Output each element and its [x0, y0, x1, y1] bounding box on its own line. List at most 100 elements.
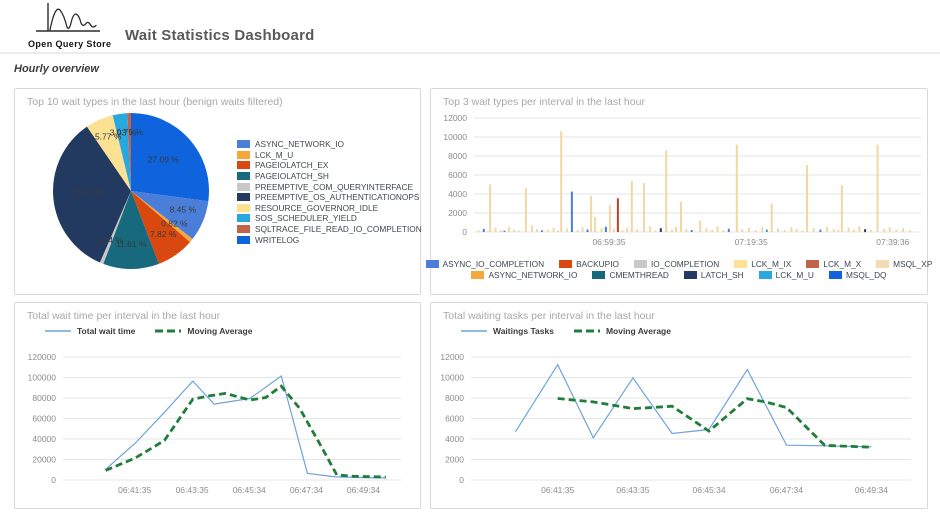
bar[interactable] [489, 184, 492, 233]
bar[interactable] [837, 230, 840, 232]
bar[interactable] [790, 227, 793, 233]
bar[interactable] [690, 230, 693, 232]
bar[interactable] [560, 131, 563, 232]
pie-legend-item-WRITELOG[interactable]: WRITELOG [237, 234, 422, 245]
bar[interactable] [517, 230, 520, 232]
series-line-total-wait-time[interactable] [105, 375, 386, 479]
pie-legend-item-PREEMPTIVE_COM_QUERYINTERFACE[interactable]: PREEMPTIVE_COM_QUERYINTERFACE [237, 181, 422, 192]
bar[interactable] [741, 229, 744, 233]
bar[interactable] [494, 227, 497, 232]
bar[interactable] [869, 230, 872, 232]
bar[interactable] [487, 230, 490, 232]
bar[interactable] [747, 227, 750, 232]
bar-legend-item-BACKUPIO[interactable]: BACKUPIO [559, 259, 619, 269]
line-legend-item-moving-average[interactable]: Moving Average [155, 326, 252, 336]
bar[interactable] [812, 228, 815, 232]
bar[interactable] [642, 183, 645, 232]
line-legend-item-moving-average[interactable]: Moving Average [573, 326, 671, 336]
bar[interactable] [503, 230, 506, 232]
bar[interactable] [621, 230, 624, 232]
bar-legend-item-ASYNC_IO_COMPLETION[interactable]: ASYNC_IO_COMPLETION [425, 259, 544, 269]
bar[interactable] [832, 229, 835, 233]
bar[interactable] [507, 227, 510, 232]
bar[interactable] [777, 228, 779, 232]
bar[interactable] [531, 225, 534, 232]
bar-legend-item-ASYNC_NETWORK_IO[interactable]: ASYNC_NETWORK_IO [471, 270, 577, 280]
bar[interactable] [795, 229, 798, 233]
bar[interactable] [847, 227, 850, 232]
pie-legend-item-SOS_SCHEDULER_YIELD[interactable]: SOS_SCHEDULER_YIELD [237, 213, 422, 224]
bar-legend-item-LCK_M_U[interactable]: LCK_M_U [758, 270, 814, 280]
bar[interactable] [858, 226, 861, 232]
line-legend-item-waitings-tasks[interactable]: Waitings Tasks [461, 326, 554, 336]
pie-legend-item-LCK_M_U[interactable]: LCK_M_U [237, 150, 422, 161]
bar-legend-item-MSQL_XP[interactable]: MSQL_XP [876, 259, 932, 269]
bar[interactable] [513, 229, 516, 233]
bar[interactable] [754, 230, 757, 232]
bar-legend-item-LATCH_SH[interactable]: LATCH_SH [683, 270, 744, 280]
bar[interactable] [840, 185, 843, 232]
bar[interactable] [616, 198, 619, 232]
bar[interactable] [477, 230, 480, 232]
bar[interactable] [770, 203, 773, 233]
pie-legend-item-RESOURCE_GOVERNOR_IDLE[interactable]: RESOURCE_GOVERNOR_IDLE [237, 203, 422, 214]
bar[interactable] [608, 205, 611, 232]
bar[interactable] [604, 226, 607, 232]
series-line-moving-average[interactable] [557, 397, 872, 449]
bar[interactable] [540, 230, 543, 232]
bar[interactable] [826, 226, 829, 232]
bar[interactable] [699, 220, 702, 232]
bar[interactable] [546, 229, 549, 232]
bar[interactable] [883, 228, 886, 232]
bar-legend-item-MSQL_DQ[interactable]: MSQL_DQ [828, 270, 887, 280]
bar[interactable] [671, 229, 673, 232]
bar[interactable] [765, 229, 768, 232]
bar[interactable] [590, 195, 593, 232]
bar[interactable] [552, 228, 555, 232]
bar[interactable] [625, 227, 628, 232]
bar[interactable] [659, 228, 662, 232]
bar[interactable] [581, 227, 584, 233]
bar[interactable] [649, 226, 652, 232]
bar[interactable] [761, 226, 764, 232]
bar[interactable] [722, 230, 725, 232]
bar[interactable] [783, 230, 786, 232]
pie-legend-item-SQLTRACE_FILE_READ_IO_COMPLETION[interactable]: SQLTRACE_FILE_READ_IO_COMPLETION [237, 224, 422, 235]
bar[interactable] [612, 229, 615, 233]
bar-legend-item-LCK_M_X[interactable]: LCK_M_X [806, 259, 861, 269]
bar[interactable] [680, 201, 682, 232]
bar-legend-item-CMEMTHREAD[interactable]: CMEMTHREAD [592, 270, 669, 280]
bar[interactable] [685, 229, 688, 233]
bar[interactable] [876, 144, 879, 232]
bar[interactable] [482, 229, 485, 232]
bar-legend-item-LCK_M_IX[interactable]: LCK_M_IX [734, 259, 791, 269]
line-legend-item-total-wait-time[interactable]: Total wait time [45, 326, 135, 336]
bar[interactable] [586, 229, 589, 233]
bar[interactable] [902, 228, 905, 232]
bar[interactable] [576, 229, 579, 232]
bar[interactable] [864, 229, 867, 233]
bar[interactable] [801, 230, 804, 232]
bar[interactable] [499, 230, 502, 232]
bar[interactable] [735, 144, 738, 232]
pie-legend-item-ASYNC_NETWORK_IO[interactable]: ASYNC_NETWORK_IO [237, 139, 422, 150]
pie-legend-item-PAGEIOLATCH_SH[interactable]: PAGEIOLATCH_SH [237, 171, 422, 182]
series-line-moving-average[interactable] [105, 384, 386, 479]
bar-legend-item-IO_COMPLETION[interactable]: IO_COMPLETION [633, 259, 719, 269]
bar[interactable] [630, 180, 633, 232]
bar[interactable] [570, 191, 573, 232]
bar[interactable] [705, 228, 708, 232]
bar[interactable] [888, 227, 891, 233]
bar[interactable] [895, 229, 898, 232]
bar[interactable] [727, 228, 730, 232]
bar[interactable] [908, 230, 911, 232]
bar[interactable] [806, 165, 808, 232]
bar[interactable] [566, 228, 568, 232]
bar[interactable] [654, 230, 657, 232]
bar[interactable] [600, 228, 603, 232]
bar[interactable] [716, 226, 719, 232]
pie-legend-item-PAGEIOLATCH_EX[interactable]: PAGEIOLATCH_EX [237, 160, 422, 171]
bar[interactable] [594, 216, 597, 232]
bar[interactable] [536, 229, 538, 233]
bar[interactable] [524, 188, 527, 232]
